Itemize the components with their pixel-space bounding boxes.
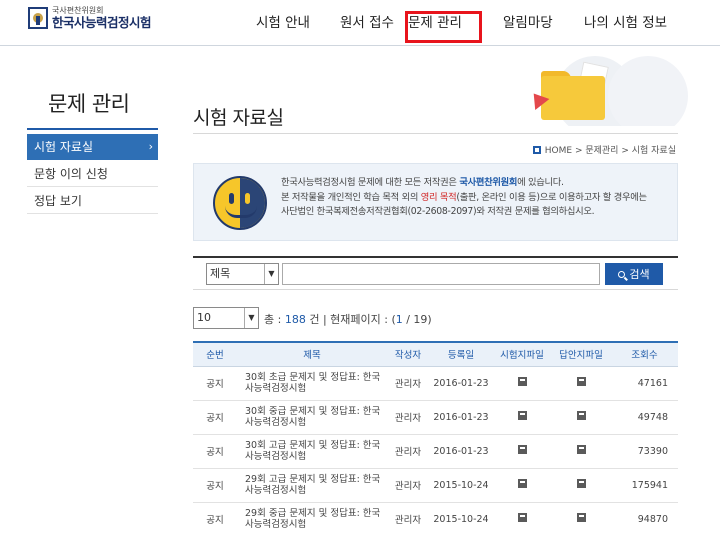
sidebar-item-objection[interactable]: 문항 이의 신청 (27, 161, 158, 187)
title-divider (193, 133, 678, 134)
col-author: 작성자 (387, 341, 429, 367)
copyright-holder: 국사편찬위원회 (459, 177, 518, 188)
search-field-select[interactable]: 제목 ▼ (206, 263, 279, 285)
exam-archive-table: 순번 제목 작성자 등록일 시험지파일 답안지파일 조회수 공지 30회 초급 … (193, 341, 678, 536)
post-title-link[interactable]: 29회 중급 문제지 및 정답표: 한국사능력검정시험 (237, 502, 387, 536)
search-bar: 제목 ▼ 검색 (193, 256, 678, 290)
answer-file-download-icon[interactable] (576, 445, 586, 454)
logo-emblem-icon (28, 7, 48, 30)
folder-illustration (520, 46, 720, 126)
gnb-notice-board[interactable]: 알림마당 (503, 0, 553, 46)
sidebar-item-label: 시험 자료실 (34, 140, 94, 154)
search-button[interactable]: 검색 (605, 263, 663, 285)
col-date: 등록일 (429, 341, 493, 367)
logo-org-name: 국사편찬위원회 (52, 6, 104, 15)
exam-file-download-icon[interactable] (517, 479, 527, 488)
answer-file-download-icon[interactable] (576, 377, 586, 386)
col-title: 제목 (237, 341, 387, 367)
top-header: 국사편찬위원회 한국사능력검정시험 시험 안내 원서 접수 문제 관리 알림마당… (0, 0, 720, 46)
sidebar-item-answers[interactable]: 정답 보기 (27, 188, 158, 214)
table-header-row: 순번 제목 작성자 등록일 시험지파일 답안지파일 조회수 (193, 341, 678, 367)
sidebar-item-label: 문항 이의 신청 (34, 167, 108, 181)
sidebar-item-label: 정답 보기 (34, 194, 82, 208)
page-size-select[interactable]: 10 ▼ (193, 307, 259, 329)
exam-file-download-icon[interactable] (517, 377, 527, 386)
search-input[interactable] (282, 263, 600, 285)
post-title-link[interactable]: 29회 고급 문제지 및 정답표: 한국사능력검정시험 (237, 468, 387, 503)
exam-file-download-icon[interactable] (517, 513, 527, 522)
gnb-my-exam-info[interactable]: 나의 시험 정보 (584, 0, 667, 46)
chevron-down-icon: ▼ (264, 264, 278, 284)
col-exam-file: 시험지파일 (493, 341, 551, 367)
breadcrumb: HOME > 문제관리 > 시험 자료실 (532, 143, 676, 156)
col-answer-file: 답안지파일 (551, 341, 611, 367)
chevron-right-icon: › (148, 140, 153, 153)
table-row: 공지 29회 중급 문제지 및 정답표: 한국사능력검정시험 관리자 2015-… (193, 502, 678, 536)
logo-site-name: 한국사능력검정시험 (52, 15, 152, 30)
exam-file-download-icon[interactable] (517, 445, 527, 454)
copyright-notice: 한국사능력검정시험 문제에 대한 모든 저작권은 국사편찬위원회에 있습니다. … (193, 163, 678, 241)
search-icon (618, 270, 626, 278)
sidebar-title: 문제 관리 (48, 92, 130, 116)
result-count: 총 : 188 건 | 현재페이지 : (1 / 19) (264, 313, 432, 326)
table-row: 공지 30회 초급 문제지 및 정답표: 한국사능력검정시험 관리자 2016-… (193, 366, 678, 401)
notice-text: 한국사능력검정시험 문제에 대한 모든 저작권은 국사편찬위원회에 있습니다. … (281, 177, 647, 217)
table-row: 공지 29회 고급 문제지 및 정답표: 한국사능력검정시험 관리자 2015-… (193, 468, 678, 503)
answer-file-download-icon[interactable] (576, 411, 586, 420)
table-row: 공지 30회 고급 문제지 및 정답표: 한국사능력검정시험 관리자 2016-… (193, 434, 678, 469)
site-logo[interactable]: 국사편찬위원회 한국사능력검정시험 (28, 6, 152, 30)
sidebar-item-exam-archive[interactable]: 시험 자료실 › (27, 134, 158, 160)
table-row: 공지 30회 중급 문제지 및 정답표: 한국사능력검정시험 관리자 2016-… (193, 400, 678, 435)
gnb-exam-info[interactable]: 시험 안내 (256, 0, 310, 46)
gnb-application[interactable]: 원서 접수 (340, 0, 394, 46)
answer-file-download-icon[interactable] (576, 479, 586, 488)
breadcrumb-text: HOME > 문제관리 > 시험 자료실 (544, 146, 676, 156)
smiley-icon (213, 176, 267, 230)
col-views: 조회수 (611, 341, 678, 367)
post-title-link[interactable]: 30회 중급 문제지 및 정답표: 한국사능력검정시험 (237, 400, 387, 435)
page-title: 시험 자료실 (193, 107, 284, 129)
chevron-down-icon: ▼ (244, 308, 258, 328)
folder-icon (541, 76, 605, 120)
post-title-link[interactable]: 30회 고급 문제지 및 정답표: 한국사능력검정시험 (237, 434, 387, 469)
col-no: 순번 (193, 341, 237, 367)
post-title-link[interactable]: 30회 초급 문제지 및 정답표: 한국사능력검정시험 (237, 366, 387, 401)
exam-file-download-icon[interactable] (517, 411, 527, 420)
home-icon[interactable] (532, 145, 541, 154)
highlight-box (405, 11, 482, 43)
commercial-purpose: 영리 목적 (420, 191, 457, 203)
answer-file-download-icon[interactable] (576, 513, 586, 522)
sidebar-divider (27, 128, 158, 130)
